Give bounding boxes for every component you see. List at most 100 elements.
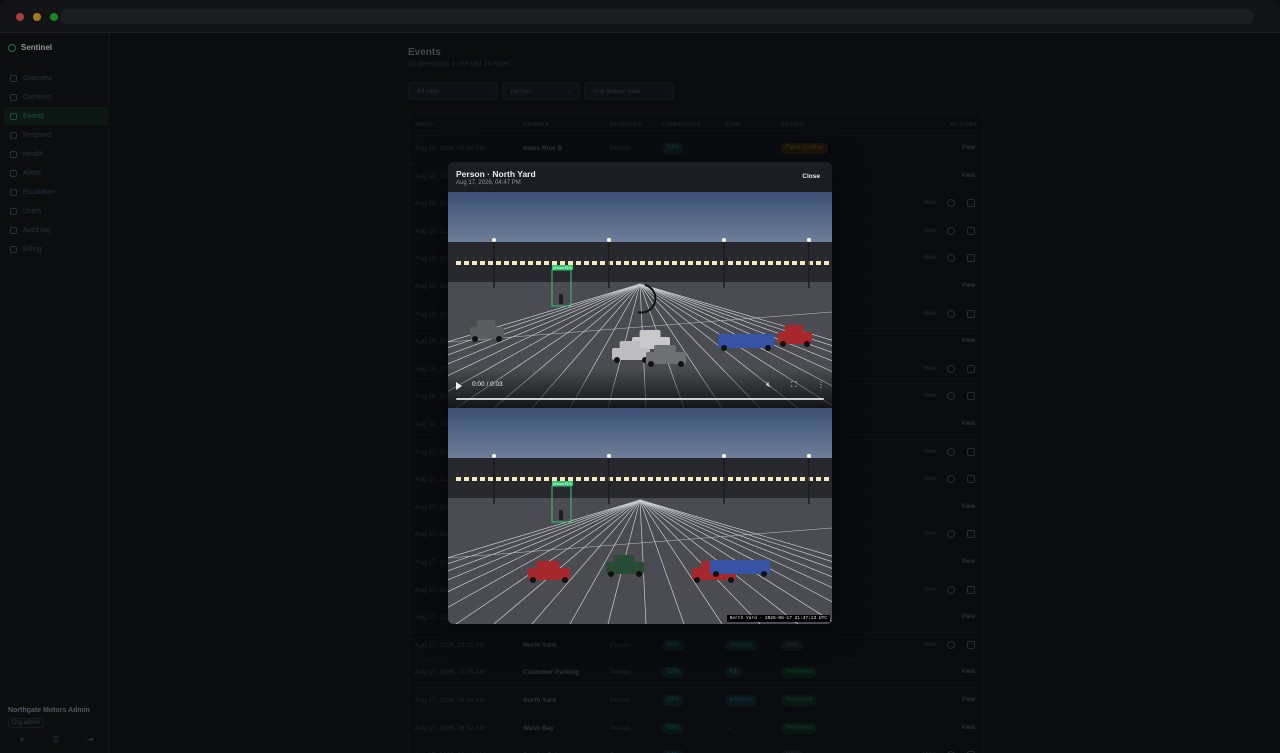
- car-red-wheel: [562, 577, 568, 583]
- window-light: [520, 261, 525, 265]
- window-light: [728, 261, 733, 265]
- close-button[interactable]: Close: [802, 173, 820, 180]
- window-light: [784, 261, 789, 265]
- pole-lamp: [807, 454, 811, 458]
- window-light: [824, 477, 829, 481]
- window-light: [672, 477, 677, 481]
- window-light: [752, 477, 757, 481]
- pole-lamp: [607, 454, 611, 458]
- window-light: [776, 261, 781, 265]
- window-light: [640, 477, 645, 481]
- pole-lamp: [722, 238, 726, 242]
- car-white-cabin: [619, 341, 641, 349]
- window-light: [600, 477, 605, 481]
- car-white-cabin: [639, 330, 661, 338]
- window-light: [584, 261, 589, 265]
- car-red-wheel: [728, 577, 734, 583]
- window-light: [632, 261, 637, 265]
- window-light: [552, 261, 557, 265]
- window-light: [496, 261, 501, 265]
- window-light: [792, 477, 797, 481]
- person-silhouette: [559, 294, 563, 304]
- window-light: [800, 477, 805, 481]
- window-light: [800, 261, 805, 265]
- window-light: [536, 261, 541, 265]
- play-icon[interactable]: [456, 382, 462, 390]
- window-light: [536, 477, 541, 481]
- mute-icon[interactable]: 🔇︎: [766, 380, 771, 390]
- pole-lamp: [492, 238, 496, 242]
- truck-blue-wheel: [765, 345, 771, 351]
- fullscreen-icon[interactable]: ⛶: [791, 380, 797, 390]
- car-gray-cabin: [476, 320, 496, 328]
- video-controls: 0:00 / 0:03 🔇︎ ⛶ ⋮: [448, 368, 832, 408]
- car-gray-wheel: [472, 336, 478, 342]
- window-light: [496, 477, 501, 481]
- window-light: [504, 261, 509, 265]
- window-light: [552, 477, 557, 481]
- window-light: [560, 477, 565, 481]
- window-light: [456, 477, 461, 481]
- window-light: [688, 477, 693, 481]
- window-light: [512, 477, 517, 481]
- window-light: [824, 261, 829, 265]
- window-light: [632, 477, 637, 481]
- window-light: [736, 477, 741, 481]
- window-light: [704, 261, 709, 265]
- window-light: [696, 477, 701, 481]
- window-light: [768, 477, 773, 481]
- window-light: [624, 261, 629, 265]
- window-light: [512, 261, 517, 265]
- pole-lamp: [807, 238, 811, 242]
- window-light: [560, 261, 565, 265]
- window-light: [464, 261, 469, 265]
- event-video-player[interactable]: person 81% 0:00 / 0:03 🔇︎ ⛶ ⋮: [448, 192, 832, 408]
- car-red-wheel: [530, 577, 536, 583]
- modal-subtitle: Aug 17, 2026, 04:47 PM: [456, 180, 521, 186]
- window-light: [568, 477, 573, 481]
- car-gray-cabin: [654, 345, 676, 353]
- window-light: [592, 477, 597, 481]
- window-light: [768, 261, 773, 265]
- car-gray-wheel: [678, 361, 684, 367]
- car-red-wheel: [804, 341, 810, 347]
- window-light: [784, 477, 789, 481]
- window-light: [616, 477, 621, 481]
- car-green-wheel: [636, 571, 642, 577]
- detection-label: person 81%: [553, 482, 572, 486]
- window-light: [792, 261, 797, 265]
- car-red-wheel: [694, 577, 700, 583]
- window-light: [744, 477, 749, 481]
- window-light: [520, 477, 525, 481]
- window-light: [712, 477, 717, 481]
- event-modal: Person · North Yard Aug 17, 2026, 04:47 …: [448, 162, 832, 624]
- window-light: [584, 477, 589, 481]
- window-light: [456, 261, 461, 265]
- car-green-wheel: [608, 571, 614, 577]
- window-light: [648, 477, 653, 481]
- window-light: [704, 477, 709, 481]
- more-options-icon[interactable]: ⋮: [817, 380, 825, 389]
- window-light: [672, 261, 677, 265]
- modal-title: Person · North Yard: [456, 169, 536, 179]
- window-light: [728, 477, 733, 481]
- window-light: [528, 477, 533, 481]
- window-light: [752, 261, 757, 265]
- window-light: [744, 261, 749, 265]
- window-light: [760, 477, 765, 481]
- window-light: [568, 261, 573, 265]
- car-red-wheel: [780, 341, 786, 347]
- window-light: [656, 261, 661, 265]
- car-white-wheel: [614, 357, 620, 363]
- window-light: [488, 477, 493, 481]
- car-red-cabin: [536, 561, 560, 569]
- video-progress-bar[interactable]: [456, 398, 824, 400]
- snapshot-frame: person 81%: [448, 408, 832, 624]
- pole-lamp: [607, 238, 611, 242]
- window-light: [656, 477, 661, 481]
- window-light: [736, 261, 741, 265]
- sky: [448, 192, 832, 242]
- window-light: [688, 261, 693, 265]
- window-light: [776, 477, 781, 481]
- window-light: [624, 477, 629, 481]
